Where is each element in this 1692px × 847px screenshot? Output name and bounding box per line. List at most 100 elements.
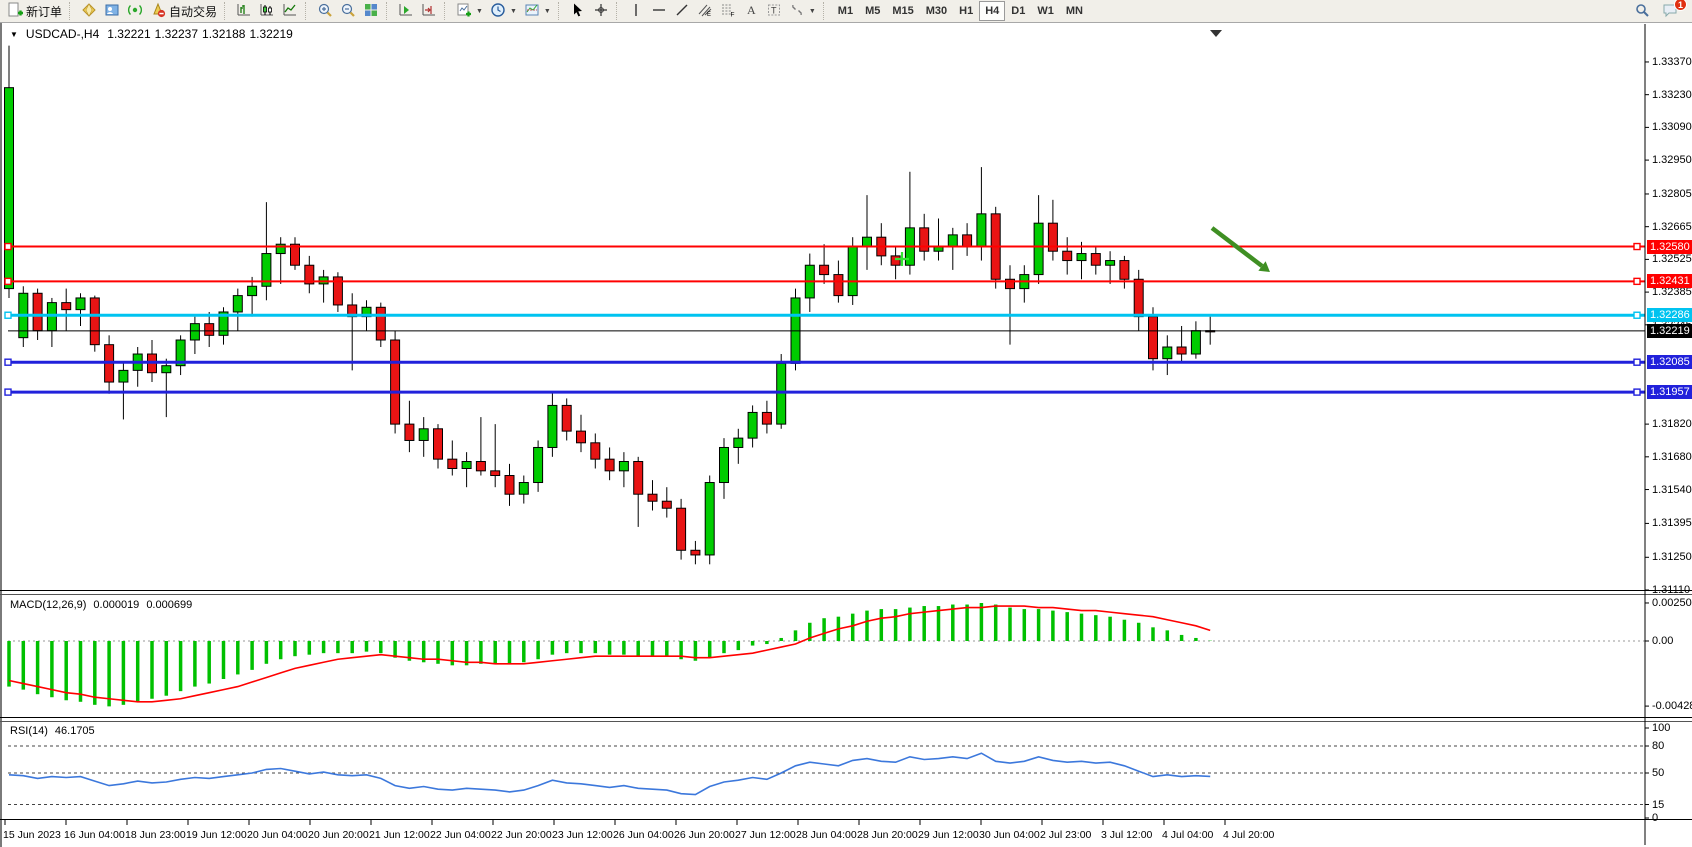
timeframe-m5-button[interactable]: M5 — [859, 1, 886, 21]
date-tick-label: 21 Jun 12:00 — [369, 829, 430, 841]
price-tick-label: 1.31540 — [1652, 484, 1692, 496]
timeframe-m15-button[interactable]: M15 — [886, 1, 919, 21]
vertical-line-button[interactable] — [625, 1, 647, 21]
timeframe-h1-button[interactable]: H1 — [953, 1, 979, 21]
zoom-out-button[interactable] — [337, 1, 359, 21]
chart-menu-caret-icon[interactable]: ▼ — [10, 30, 18, 39]
cursor-button[interactable] — [567, 1, 589, 21]
candlestick-chart-button[interactable] — [256, 1, 278, 21]
timeframe-m1-button[interactable]: M1 — [832, 1, 859, 21]
date-tick-label: 20 Jun 04:00 — [247, 829, 308, 841]
trendline-button[interactable] — [671, 1, 693, 21]
text-button[interactable]: A — [740, 1, 762, 21]
zoom-in-button[interactable] — [314, 1, 336, 21]
market-watch-button[interactable] — [78, 1, 100, 21]
price-tick-label: 1.31820 — [1652, 418, 1692, 430]
candle-bearish — [648, 494, 657, 501]
date-tick-label: 22 Jun 20:00 — [491, 829, 552, 841]
search-button[interactable] — [1631, 1, 1653, 21]
candle-bullish — [190, 324, 199, 340]
indicators-button[interactable]: ▼ — [453, 1, 486, 21]
autotrading-icon — [150, 2, 166, 21]
candle-bullish — [162, 366, 171, 373]
candle-bullish — [419, 429, 428, 441]
line-handle[interactable] — [5, 244, 11, 250]
tile-windows-button[interactable] — [360, 1, 382, 21]
templates-icon — [524, 2, 540, 21]
timeframe-m30-button[interactable]: M30 — [920, 1, 953, 21]
crosshair-button[interactable] — [590, 1, 612, 21]
chart-shift-marker[interactable] — [1210, 30, 1222, 37]
fibonacci-button[interactable]: F — [717, 1, 739, 21]
auto-scroll-button[interactable] — [395, 1, 417, 21]
candle-bullish — [5, 88, 14, 289]
line-handle[interactable] — [1634, 278, 1640, 284]
market-watch-icon — [81, 2, 97, 21]
navigator-button[interactable] — [101, 1, 123, 21]
dropdown-caret-icon: ▼ — [544, 8, 551, 15]
bar-chart-button[interactable] — [233, 1, 255, 21]
candle-bearish — [634, 461, 643, 494]
candle-bullish — [534, 447, 543, 482]
svg-text:F: F — [730, 11, 734, 18]
ohlc-close: 1.32219 — [249, 27, 292, 41]
indicators-icon — [456, 2, 472, 21]
date-tick-label: 4 Jul 04:00 — [1162, 829, 1213, 841]
macd-label-row: MACD(12,26,9) 0.000019 0.000699 — [10, 599, 192, 611]
timeframe-mn-button[interactable]: MN — [1060, 1, 1089, 21]
ohlc-low: 1.32188 — [202, 27, 245, 41]
line-handle[interactable] — [5, 389, 11, 395]
candle-bearish — [90, 298, 99, 345]
candle-bearish — [62, 303, 71, 310]
candle-bullish — [948, 235, 957, 247]
candle-bullish — [519, 483, 528, 495]
line-chart-button[interactable] — [279, 1, 301, 21]
line-price-badge: 1.32286 — [1647, 308, 1692, 322]
line-handle[interactable] — [1634, 244, 1640, 250]
candle-bearish — [1149, 317, 1158, 359]
rsi-tick-label: 100 — [1652, 722, 1670, 734]
candle-bearish — [448, 459, 457, 468]
candle-bullish — [1034, 223, 1043, 274]
line-handle[interactable] — [5, 359, 11, 365]
date-tick-label: 20 Jun 20:00 — [308, 829, 369, 841]
candle-bullish — [119, 370, 128, 382]
line-handle[interactable] — [1634, 389, 1640, 395]
line-handle[interactable] — [1634, 312, 1640, 318]
line-handle[interactable] — [5, 278, 11, 284]
separator — [305, 2, 310, 20]
separator — [386, 2, 391, 20]
chat-button[interactable]: 1 — [1659, 1, 1682, 21]
arrows-shapes-button[interactable]: ▼ — [786, 1, 819, 21]
horizontal-line-button[interactable] — [648, 1, 670, 21]
candle-bearish — [834, 275, 843, 296]
signals-button[interactable] — [124, 1, 146, 21]
timeframe-w1-button[interactable]: W1 — [1031, 1, 1060, 21]
candle-bullish — [548, 405, 557, 447]
text-label-button[interactable]: T — [763, 1, 785, 21]
line-handle[interactable] — [1634, 359, 1640, 365]
periods-button[interactable]: ▼ — [487, 1, 520, 21]
candle-bearish — [677, 508, 686, 550]
templates-button[interactable]: ▼ — [521, 1, 554, 21]
autotrading-label: 自动交易 — [169, 3, 217, 20]
candle-bearish — [505, 476, 514, 495]
autotrading-button[interactable]: 自动交易 — [147, 1, 220, 21]
trendline-icon — [674, 2, 690, 21]
line-price-badge: 1.32085 — [1647, 355, 1692, 369]
rsi-tick-label: 15 — [1652, 799, 1664, 811]
candle-bearish — [405, 424, 414, 440]
timeframe-d1-button[interactable]: D1 — [1005, 1, 1031, 21]
timeframe-h4-button[interactable]: H4 — [979, 1, 1005, 21]
candle-bearish — [577, 431, 586, 443]
candle-bearish — [820, 265, 829, 274]
date-tick-label: 16 Jun 04:00 — [64, 829, 125, 841]
fibonacci-icon: F — [720, 2, 736, 21]
price-tick-label: 1.33090 — [1652, 121, 1692, 133]
text-label-icon: T — [766, 2, 782, 21]
chart-shift-button[interactable] — [418, 1, 440, 21]
equidistant-channel-button[interactable]: E — [694, 1, 716, 21]
new-order-button[interactable]: 新订单 — [4, 1, 65, 21]
chart-canvas[interactable] — [0, 0, 1692, 847]
line-handle[interactable] — [5, 312, 11, 318]
